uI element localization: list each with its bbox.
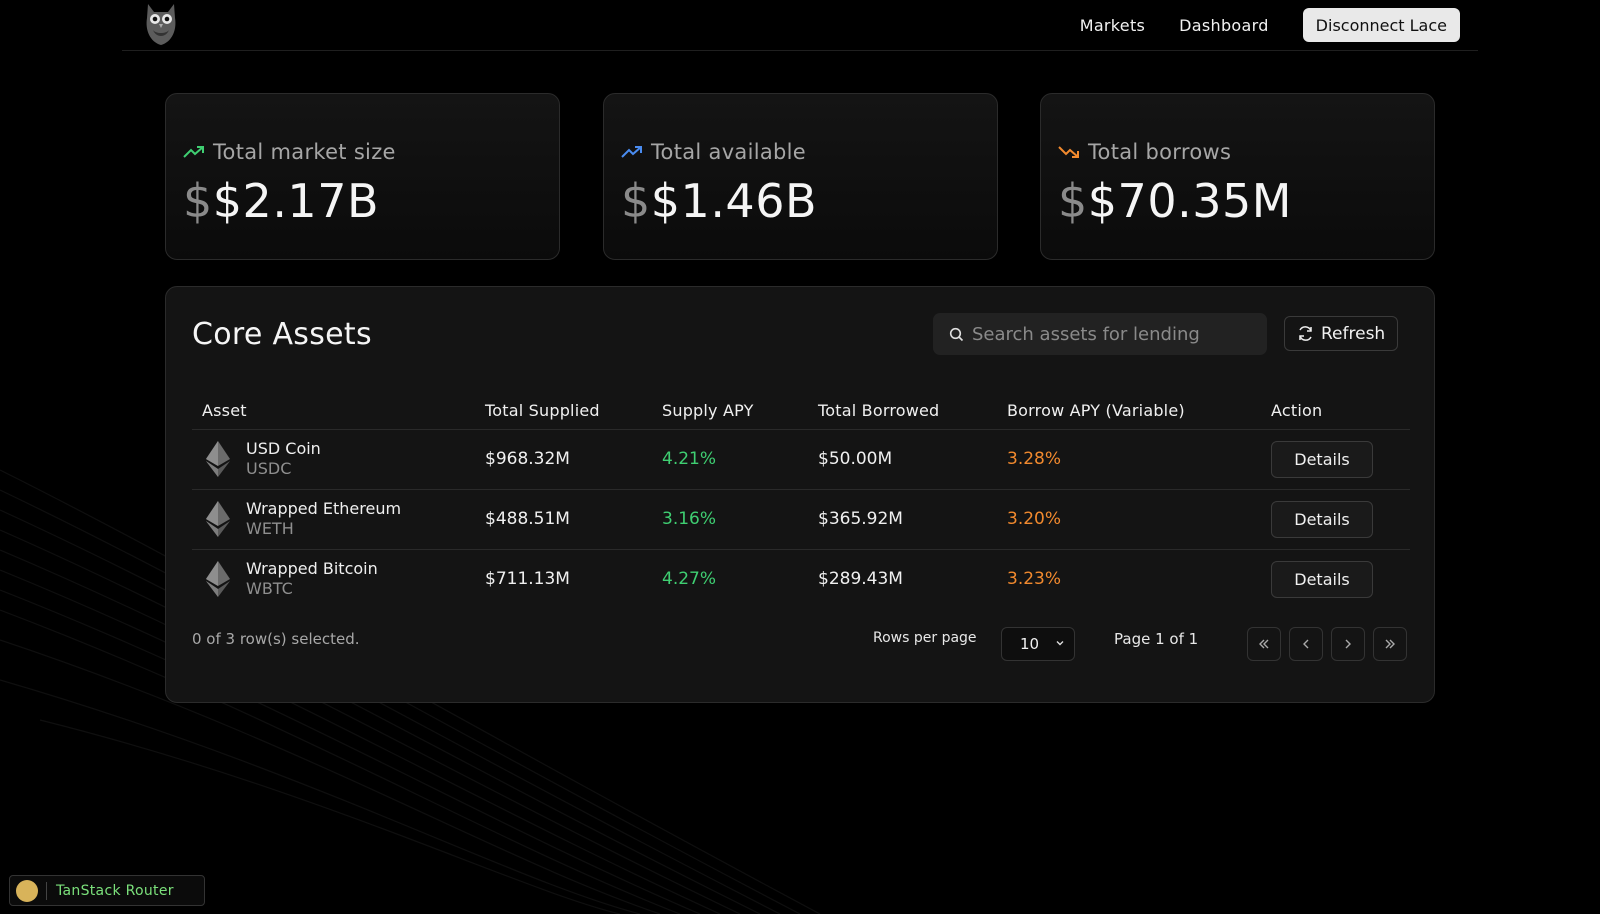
panel-title: Core Assets <box>192 317 372 352</box>
asset-name: USD Coin <box>246 439 321 458</box>
table-row[interactable]: Wrapped Bitcoin WBTC $711.13M 4.27% $289… <box>192 549 1410 609</box>
nav-link-markets[interactable]: Markets <box>1080 16 1145 35</box>
total-supplied: $711.13M <box>485 569 570 590</box>
column-header-borrow-apy[interactable]: Borrow APY (Variable) <box>1007 393 1271 430</box>
column-header-asset[interactable]: Asset <box>192 393 485 430</box>
column-header-total-supplied[interactable]: Total Supplied <box>485 393 662 430</box>
asset-symbol: WBTC <box>246 579 293 599</box>
table-header-row: Asset Total Supplied Supply APY Total Bo… <box>192 393 1410 430</box>
stat-card-market-size: Total market size $$2.17B <box>165 93 560 260</box>
column-header-action: Action <box>1271 393 1410 430</box>
total-borrowed: $289.43M <box>818 569 903 590</box>
chevrons-right-icon <box>1385 639 1395 649</box>
chevron-left-icon <box>1303 639 1309 649</box>
search-input[interactable] <box>972 323 1262 345</box>
rows-per-page-select[interactable]: 10 <box>1001 627 1075 661</box>
column-header-supply-apy[interactable]: Supply APY <box>662 393 818 430</box>
previous-page-button[interactable] <box>1289 627 1323 661</box>
chevrons-left-icon <box>1259 639 1269 649</box>
stat-label: Total borrows <box>1058 140 1231 164</box>
divider <box>46 881 47 900</box>
trend-down-icon <box>1058 146 1079 158</box>
asset-name: Wrapped Ethereum <box>246 499 402 518</box>
ethereum-icon <box>206 501 230 537</box>
borrow-apy: 3.28% <box>1007 429 1271 490</box>
top-navbar: Markets Dashboard Disconnect Lace <box>122 0 1478 51</box>
refresh-icon <box>1299 326 1312 341</box>
asset-symbol: USDC <box>246 459 292 478</box>
asset-name: Wrapped Bitcoin <box>246 559 378 579</box>
details-button[interactable]: Details <box>1271 500 1373 538</box>
last-page-button[interactable] <box>1373 627 1407 661</box>
supply-apy: 3.16% <box>662 489 818 550</box>
trend-up-icon <box>621 146 642 158</box>
nav-menu: Markets Dashboard Disconnect Lace <box>1080 8 1460 42</box>
stat-card-borrows: Total borrows $$70.35M <box>1040 93 1435 260</box>
tanstack-logo-icon <box>16 879 38 902</box>
assets-table: Asset Total Supplied Supply APY Total Bo… <box>192 393 1410 609</box>
table-row[interactable]: Wrapped Ethereum WETH $488.51M 3.16% $36… <box>192 489 1410 550</box>
stat-card-available: Total available $$1.46B <box>603 93 998 260</box>
trend-up-icon <box>183 146 204 158</box>
stat-label: Total available <box>621 140 806 164</box>
ethereum-icon <box>206 561 230 598</box>
table-row[interactable]: USD Coin USDC $968.32M 4.21% $50.00M 3.2… <box>192 429 1410 490</box>
next-page-button[interactable] <box>1331 627 1365 661</box>
stat-value: $$2.17B <box>183 174 380 228</box>
stat-label: Total market size <box>183 140 396 164</box>
tanstack-devtools-toggle[interactable]: TanStack Router <box>9 875 205 906</box>
details-button[interactable]: Details <box>1271 440 1373 478</box>
search-icon <box>949 327 964 341</box>
devtools-label: TanStack Router <box>56 882 174 899</box>
nav-link-dashboard[interactable]: Dashboard <box>1179 16 1269 35</box>
total-supplied: $968.32M <box>485 429 662 490</box>
supply-apy: 4.21% <box>662 429 818 490</box>
asset-symbol: WETH <box>246 519 294 538</box>
chevron-right-icon <box>1345 639 1351 649</box>
first-page-button[interactable] <box>1247 627 1281 661</box>
chevron-down-icon <box>1056 641 1064 646</box>
ethereum-icon <box>206 441 230 477</box>
total-borrowed: $365.92M <box>818 489 1007 550</box>
stat-value: $$1.46B <box>621 174 818 228</box>
column-header-total-borrowed[interactable]: Total Borrowed <box>818 393 1007 430</box>
supply-apy: 4.27% <box>662 569 717 590</box>
owl-logo-icon[interactable] <box>144 2 178 46</box>
page-indicator: Page 1 of 1 <box>1114 630 1199 648</box>
core-assets-panel: Core Assets Refresh Asset Total Supplied… <box>165 286 1435 703</box>
refresh-button[interactable]: Refresh <box>1284 316 1399 351</box>
borrow-apy: 3.20% <box>1007 489 1271 550</box>
total-borrowed: $50.00M <box>818 429 1007 490</box>
borrow-apy: 3.23% <box>1007 569 1062 590</box>
search-box[interactable] <box>933 313 1267 355</box>
total-supplied: $488.51M <box>485 489 662 550</box>
disconnect-wallet-button[interactable]: Disconnect Lace <box>1302 8 1460 42</box>
stat-value: $$70.35M <box>1058 174 1292 228</box>
rows-per-page-label: Rows per page <box>873 630 977 646</box>
details-button[interactable]: Details <box>1271 560 1373 598</box>
selected-rows-text: 0 of 3 row(s) selected. <box>192 630 360 648</box>
